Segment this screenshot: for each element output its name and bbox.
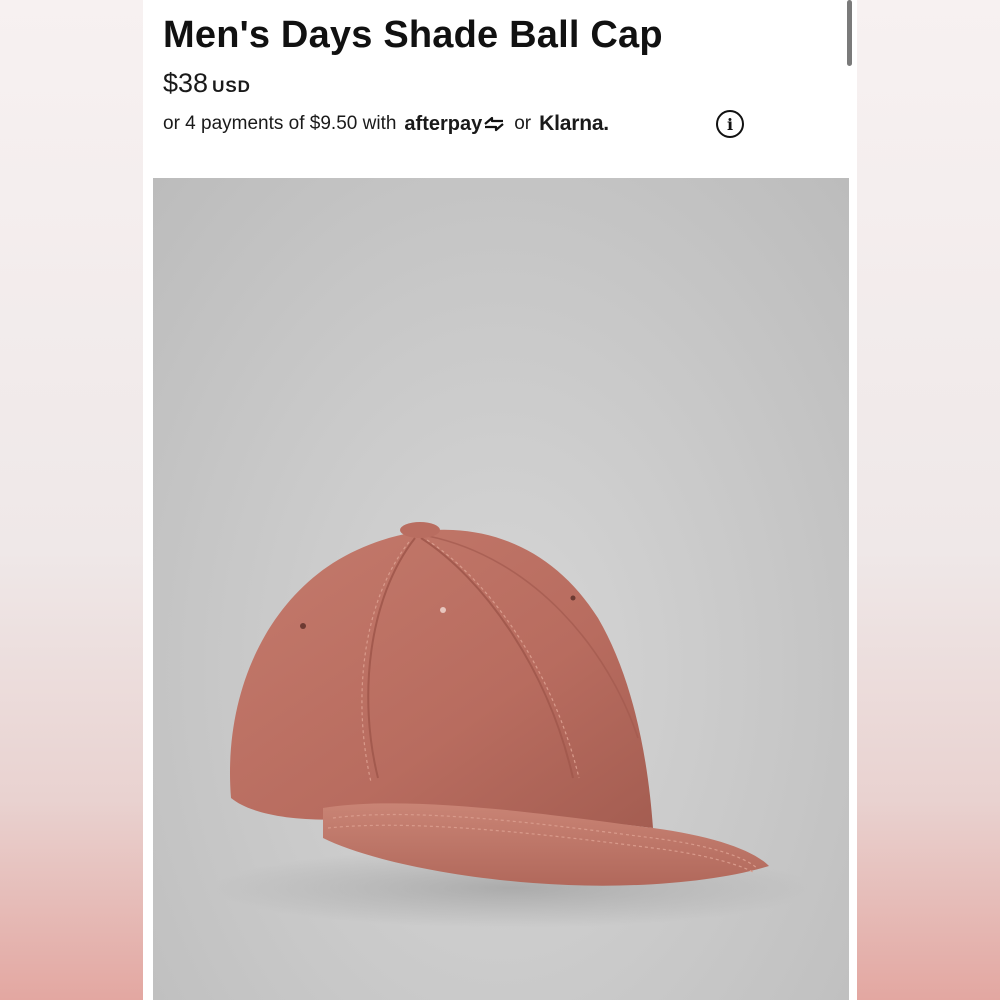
price-row: $38 USD (163, 68, 251, 99)
product-panel: Men's Days Shade Ball Cap $38 USD or 4 pa… (143, 0, 857, 1000)
afterpay-arrows-icon (484, 116, 504, 132)
klarna-logo[interactable]: Klarna. (539, 112, 609, 136)
price: $38 (163, 68, 209, 98)
right-blurred-backdrop (857, 0, 1000, 1000)
scrollbar[interactable] (847, 0, 852, 66)
info-icon[interactable]: i (716, 110, 744, 138)
afterpay-label: afterpay (404, 112, 483, 135)
product-image (153, 178, 849, 1000)
cap-illustration (213, 522, 813, 928)
currency: USD (212, 77, 251, 96)
installment-text: or 4 payments of $9.50 with (163, 113, 397, 134)
afterpay-logo[interactable]: afterpay (404, 113, 506, 136)
product-title: Men's Days Shade Ball Cap (163, 14, 663, 56)
or-text: or (514, 113, 532, 134)
left-blurred-backdrop (0, 0, 143, 1000)
